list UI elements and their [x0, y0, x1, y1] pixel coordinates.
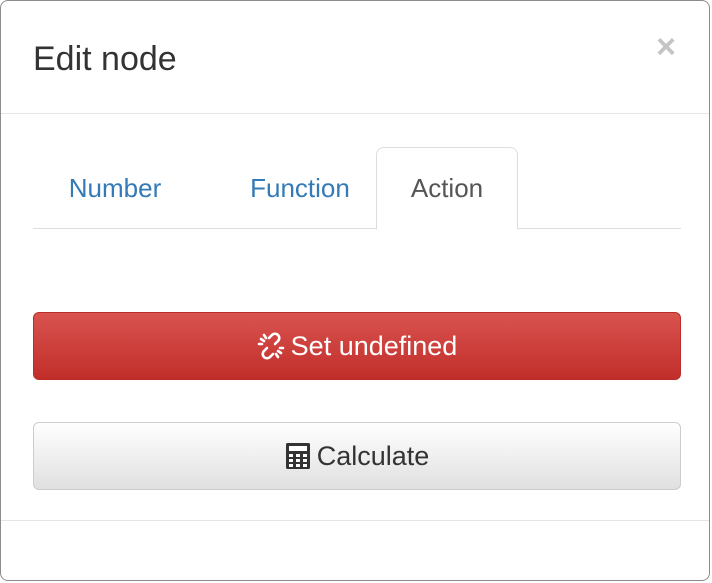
set-undefined-button[interactable]: Set undefined [33, 312, 681, 380]
close-button[interactable]: × [653, 30, 679, 64]
set-undefined-label: Set undefined [290, 330, 458, 361]
tab-action[interactable]: Action [376, 147, 518, 230]
edit-node-dialog: Edit node × Number Function Action Set u… [0, 0, 710, 581]
tab-function[interactable]: Function [215, 147, 385, 230]
tab-number[interactable]: Number [33, 147, 197, 230]
dialog-title: Edit node [33, 40, 177, 78]
tab-bar: Number Function Action [33, 147, 681, 230]
calculator-icon [285, 442, 311, 470]
calculate-label: Calculate [316, 440, 430, 471]
dialog-footer [1, 520, 709, 580]
dialog-header: Edit node × [1, 1, 709, 114]
unlink-icon [257, 332, 285, 360]
calculate-button[interactable]: Calculate [33, 422, 681, 490]
